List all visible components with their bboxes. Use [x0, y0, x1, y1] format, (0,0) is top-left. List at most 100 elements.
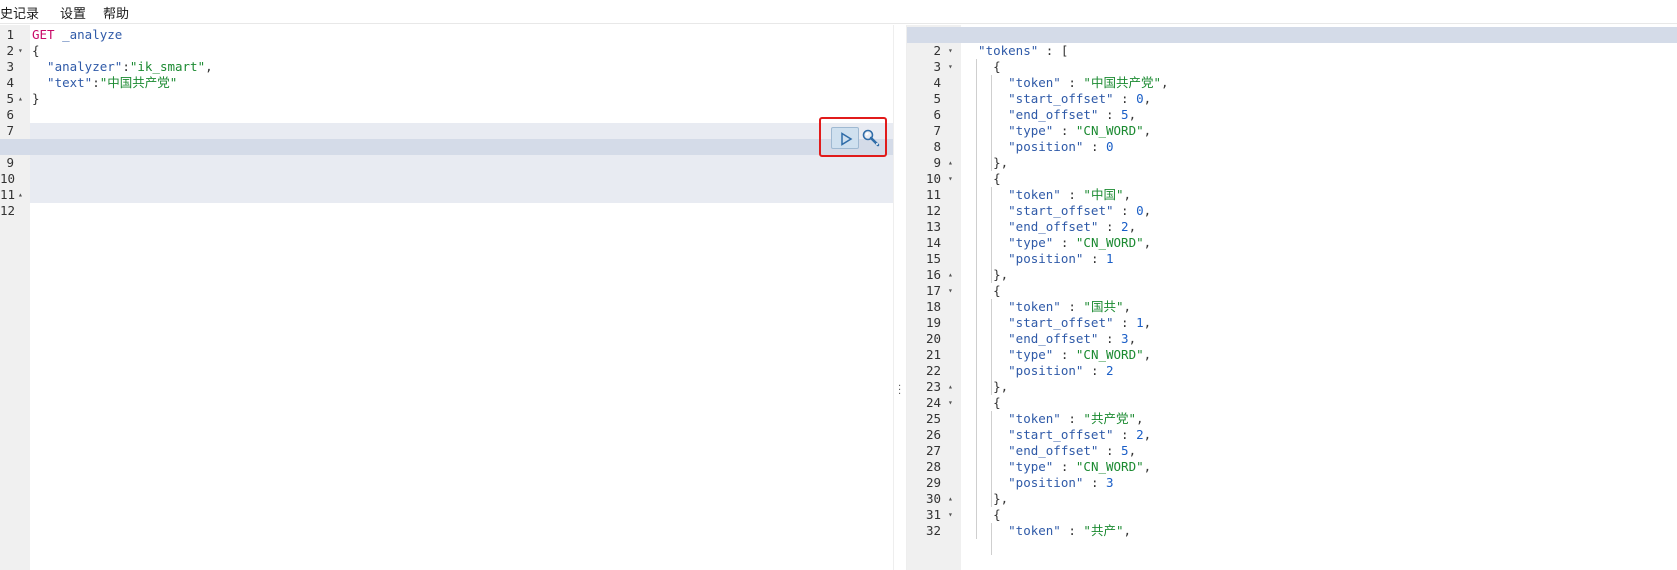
fold-collapse-icon[interactable]: ▾ — [948, 171, 953, 187]
code-line: "token" : "中国", — [963, 187, 1131, 203]
code-line: "position" : 2 — [963, 363, 1114, 379]
fold-expand-icon[interactable]: ▴ — [948, 491, 953, 507]
code-token: "start_offset" — [963, 427, 1114, 442]
code-token: : — [1113, 91, 1137, 106]
fold-expand-icon[interactable]: ▴ — [948, 267, 953, 283]
code-token: : — [1098, 107, 1122, 122]
line-number: 10 — [0, 171, 16, 186]
line-number: 18 — [925, 299, 941, 314]
fold-collapse-icon[interactable]: ▾ — [948, 507, 953, 523]
code-token: 2 — [1106, 363, 1114, 378]
line-number: 8 — [933, 139, 941, 154]
code-token: , — [1128, 219, 1137, 234]
fold-collapse-icon[interactable]: ▾ — [948, 395, 953, 411]
code-token: , — [1160, 75, 1169, 90]
indent-guide — [976, 59, 977, 539]
code-line: { — [963, 283, 1001, 299]
indent-guide — [991, 411, 992, 507]
code-token: 1 — [1136, 315, 1144, 330]
code-token: : — [1098, 219, 1122, 234]
fold-expand-icon[interactable]: ▴ — [18, 187, 23, 203]
vertical-dots-icon: · · · — [898, 381, 902, 400]
code-line: { — [963, 59, 1001, 75]
code-token: , — [1143, 91, 1152, 106]
code-token: "end_offset" — [963, 107, 1099, 122]
code-token: , — [1143, 427, 1152, 442]
code-token: "start_offset" — [963, 91, 1114, 106]
line-number: 21 — [925, 347, 941, 362]
fold-collapse-icon[interactable]: ▾ — [948, 43, 953, 59]
code-token: { — [963, 507, 1001, 522]
code-token: "共产党" — [1083, 411, 1136, 426]
code-token: 0 — [1136, 203, 1144, 218]
line-number: 26 — [925, 427, 941, 442]
fold-expand-icon[interactable]: ▴ — [18, 91, 23, 107]
line-number: 2 — [933, 43, 941, 58]
line-number: 9 — [933, 155, 941, 170]
code-line: "token" : "共产", — [963, 523, 1131, 539]
code-token: : — [1098, 443, 1122, 458]
code-token: 3 — [1106, 475, 1114, 490]
code-line: }, — [963, 379, 1008, 395]
fold-collapse-icon[interactable]: ▾ — [948, 283, 953, 299]
line-number: 3 — [6, 59, 14, 74]
code-line: "end_offset" : 5, — [963, 443, 1136, 459]
menu-help[interactable]: 帮助 — [103, 3, 129, 22]
line-number: 24 — [925, 395, 941, 410]
code-token: 5 — [1121, 107, 1129, 122]
code-line: }, — [963, 155, 1008, 171]
code-token: : — [1083, 251, 1106, 266]
code-token: }, — [963, 379, 1009, 394]
panel-splitter[interactable]: · · · — [893, 25, 907, 570]
run-request-button[interactable] — [831, 127, 859, 149]
code-line: } — [32, 91, 40, 107]
code-token: : — [122, 59, 130, 74]
line-number: 32 — [925, 523, 941, 538]
line-number: 6 — [6, 107, 14, 122]
code-token: "token" — [963, 299, 1061, 314]
line-number: 4 — [933, 75, 941, 90]
code-token: }, — [963, 155, 1009, 170]
code-token: 0 — [1136, 91, 1144, 106]
request-editor-gutter: 12▾345▴678▾91011▴12 — [0, 25, 30, 570]
code-token: "analyzer" — [32, 59, 123, 74]
code-line: "end_offset" : 5, — [963, 107, 1136, 123]
code-token: : — [1098, 331, 1122, 346]
fold-collapse-icon[interactable]: ▾ — [18, 43, 23, 59]
code-token: : — [1083, 139, 1106, 154]
code-token: "start_offset" — [963, 203, 1114, 218]
code-token: , — [1123, 523, 1132, 538]
code-line: { — [32, 43, 40, 59]
code-token: "国共" — [1083, 299, 1124, 314]
code-token: "中国" — [1083, 187, 1124, 202]
code-token: : — [1113, 427, 1137, 442]
code-token: _analyze — [54, 27, 123, 42]
settings-wrench-button[interactable] — [860, 127, 882, 149]
code-token: "token" — [963, 187, 1061, 202]
code-line: GET _analyze — [32, 27, 122, 43]
menu-bar: 史记录 设置 帮助 — [0, 0, 1677, 24]
line-number: 25 — [925, 411, 941, 426]
line-number: 30 — [925, 491, 941, 506]
line-number: 20 — [925, 331, 941, 346]
line-number: 5 — [6, 91, 14, 106]
code-token: : — [1113, 315, 1137, 330]
code-token: "token" — [963, 411, 1061, 426]
code-token: { — [963, 171, 1001, 186]
menu-settings[interactable]: 设置 — [60, 3, 86, 22]
line-number: 2 — [6, 43, 14, 58]
fold-collapse-icon[interactable]: ▾ — [948, 59, 953, 75]
fold-expand-icon[interactable]: ▴ — [948, 155, 953, 171]
code-token: , — [1143, 123, 1152, 138]
code-line: "analyzer":"ik_smart", — [32, 59, 213, 75]
code-token: "end_offset" — [963, 331, 1099, 346]
fold-expand-icon[interactable]: ▴ — [948, 379, 953, 395]
request-editor[interactable]: GET _analyze{ "analyzer":"ik_smart", "te… — [30, 25, 893, 570]
code-token: { — [32, 43, 40, 58]
code-token: "中国共产党" — [1083, 75, 1161, 90]
active-line-highlight — [0, 139, 893, 155]
menu-history[interactable]: 史记录 — [0, 3, 39, 22]
code-token: : — [1113, 203, 1137, 218]
code-token: , — [1143, 459, 1152, 474]
line-number: 7 — [6, 123, 14, 138]
